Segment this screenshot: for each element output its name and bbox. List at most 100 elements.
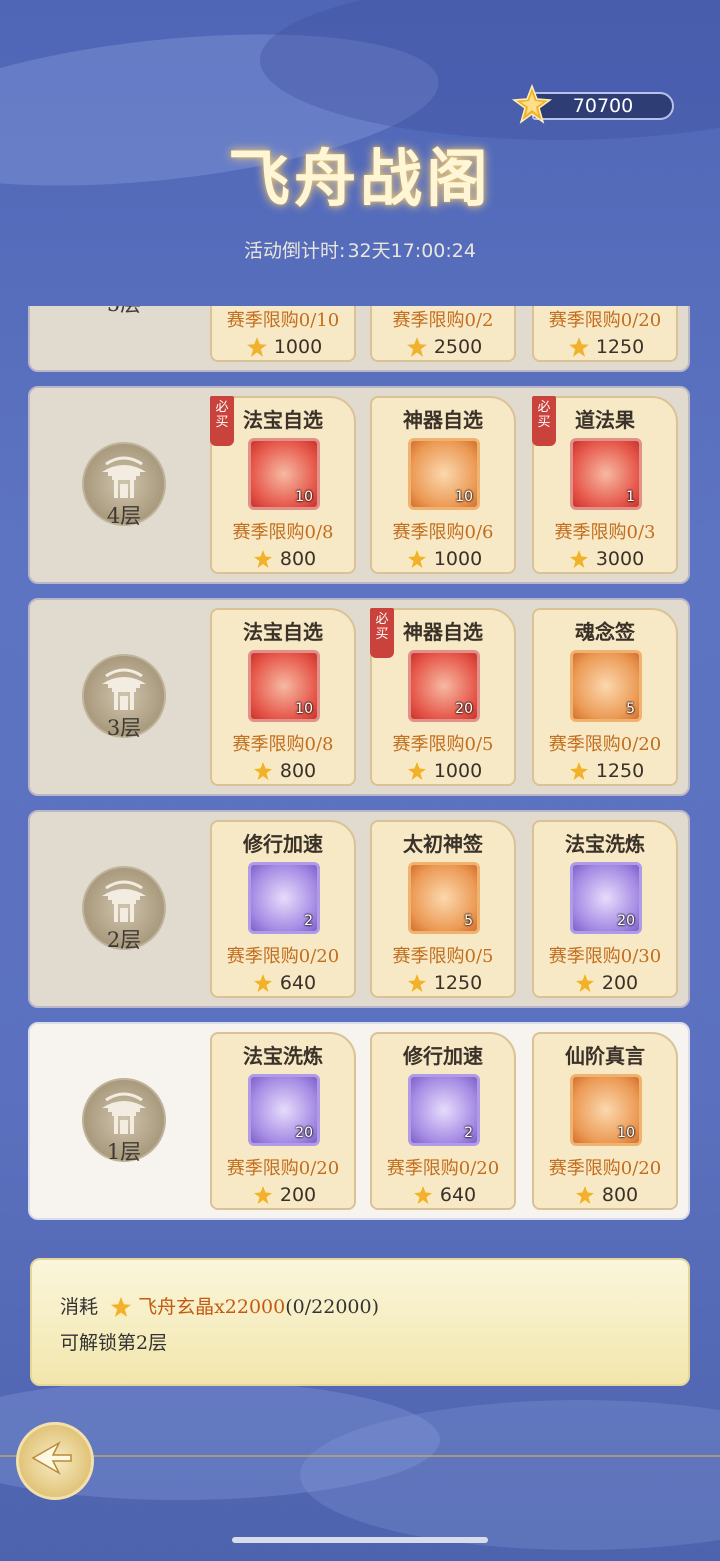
item-icon[interactable]: 10 (248, 650, 320, 722)
item-name: 神器自选 (403, 408, 483, 432)
pavilion-icon (102, 456, 146, 498)
item-quantity: 20 (617, 913, 635, 929)
price-value: 800 (279, 548, 317, 570)
floor-label: 4层 (106, 504, 142, 528)
gold-star-crystal-icon (568, 337, 589, 357)
unlock-cost-line: 消耗 飞舟玄晶x22000(0/22000) (60, 1292, 379, 1319)
shop-item[interactable]: 法宝洗炼 20 赛季限购0/20 200 (210, 1032, 356, 1210)
price-value: 1250 (433, 972, 483, 994)
shop-item[interactable]: 仙阶真言 10 赛季限购0/20 800 (532, 1032, 678, 1210)
item-name: 太初神签 (403, 832, 483, 856)
floor-label: 1层 (106, 1140, 142, 1164)
shop-item[interactable]: 法宝洗炼 20 赛季限购0/30 200 (532, 820, 678, 998)
floor-label: 3层 (106, 716, 142, 740)
purchase-limit: 赛季限购0/8 (232, 734, 334, 755)
floor-label: 5层 (82, 306, 166, 318)
item-name: 仙阶真言 (565, 1044, 645, 1068)
countdown-value: 32天17:00:24 (347, 240, 476, 262)
shop-item[interactable]: 必买 法宝自选 10 赛季限购0/8 800 (210, 396, 356, 574)
floor-list[interactable]: 5层 赛季限购0/10 1000 赛季限购0/2 2500 赛季限购0/20 1… (28, 306, 692, 1226)
shop-item[interactable]: 法宝自选 10 赛季限购0/8 800 (210, 608, 356, 786)
item-icon[interactable]: 1 (570, 438, 642, 510)
pavilion-icon (102, 668, 146, 710)
cost-item-name: 飞舟玄晶x22000 (138, 1296, 286, 1318)
item-icon[interactable]: 10 (570, 1074, 642, 1146)
gold-star-crystal-icon (252, 760, 274, 782)
item-quantity: 5 (464, 913, 473, 929)
item-quantity: 10 (295, 489, 313, 505)
item-name: 法宝自选 (243, 620, 323, 644)
shop-item[interactable]: 魂念签 5 赛季限购0/20 1250 (532, 608, 678, 786)
item-quantity: 1 (626, 489, 635, 505)
purchase-limit: 赛季限购0/3 (554, 522, 656, 543)
price-value: 200 (601, 972, 639, 994)
price-value: 800 (279, 760, 317, 782)
back-button[interactable] (16, 1422, 94, 1500)
shop-item[interactable]: 必买 道法果 1 赛季限购0/3 3000 (532, 396, 678, 574)
purchase-limit: 赛季限购0/8 (232, 522, 334, 543)
shop-item[interactable]: 神器自选 10 赛季限购0/6 1000 (370, 396, 516, 574)
currency-value: 70700 (532, 92, 674, 120)
shop-item[interactable]: 修行加速 2 赛季限购0/20 640 (210, 820, 356, 998)
shop-item[interactable]: 赛季限购0/20 1250 (532, 306, 678, 362)
floor-card[interactable]: 3层 法宝自选 10 赛季限购0/8 800 必买 神器自选 20 赛季限购0/5 1000 魂念签… (28, 598, 690, 796)
item-name: 修行加速 (403, 1044, 483, 1068)
floor-card[interactable]: 1层 法宝洗炼 20 赛季限购0/20 200 修行加速 2 赛季限购0/20 640 仙阶真言 1… (28, 1022, 690, 1220)
shop-item[interactable]: 太初神签 5 赛季限购0/5 1250 (370, 820, 516, 998)
price-value: 1250 (595, 760, 645, 782)
item-price: 1250 (534, 336, 676, 358)
shop-item[interactable]: 修行加速 2 赛季限购0/20 640 (370, 1032, 516, 1210)
item-name: 法宝自选 (243, 408, 323, 432)
price-value: 2500 (433, 336, 483, 358)
floor-card-5[interactable]: 5层 赛季限购0/10 1000 赛季限购0/2 2500 赛季限购0/20 1… (28, 306, 690, 372)
floor-card[interactable]: 2层 修行加速 2 赛季限购0/20 640 太初神签 5 赛季限购0/5 1250 法宝洗炼 20… (28, 810, 690, 1008)
floor-card[interactable]: 4层 必买 法宝自选 10 赛季限购0/8 800 神器自选 10 赛季限购0/6 1000 必买道… (28, 386, 690, 584)
item-quantity: 2 (304, 913, 313, 929)
purchase-limit: 赛季限购0/5 (392, 946, 494, 967)
item-icon[interactable]: 20 (248, 1074, 320, 1146)
gold-star-crystal-icon (246, 337, 267, 357)
shop-item[interactable]: 必买 神器自选 20 赛季限购0/5 1000 (370, 608, 516, 786)
purchase-limit: 赛季限购0/20 (548, 734, 662, 755)
shop-item[interactable]: 赛季限购0/2 2500 (370, 306, 516, 362)
item-icon[interactable]: 2 (248, 862, 320, 934)
pavilion-icon (102, 880, 146, 922)
gold-star-crystal-icon (512, 84, 552, 124)
item-price: 800 (212, 760, 354, 782)
item-quantity: 10 (295, 701, 313, 717)
item-price: 1000 (372, 548, 514, 570)
item-icon[interactable]: 20 (408, 650, 480, 722)
gold-star-crystal-icon (406, 972, 428, 994)
item-icon[interactable]: 10 (408, 438, 480, 510)
purchase-limit: 赛季限购0/30 (548, 946, 662, 967)
gold-star-crystal-icon (574, 972, 596, 994)
item-quantity: 10 (617, 1125, 635, 1141)
gold-star-crystal-icon (109, 1295, 133, 1319)
price-value: 1000 (433, 548, 483, 570)
gold-star-crystal-icon (568, 548, 590, 570)
item-price: 200 (534, 972, 676, 994)
item-quantity: 20 (295, 1125, 313, 1141)
item-price: 1250 (372, 972, 514, 994)
gold-star-crystal-icon (574, 1184, 596, 1206)
gold-star-crystal-icon (252, 548, 274, 570)
purchase-limit: 赛季限购0/2 (392, 310, 494, 331)
item-icon[interactable]: 10 (248, 438, 320, 510)
shop-item[interactable]: 赛季限购0/10 1000 (210, 306, 356, 362)
purchase-limit: 赛季限购0/6 (392, 522, 494, 543)
price-value: 200 (279, 1184, 317, 1206)
gold-star-crystal-icon (568, 760, 590, 782)
countdown-label: 活动倒计时: (244, 240, 346, 262)
item-icon[interactable]: 20 (570, 862, 642, 934)
item-icon[interactable]: 5 (408, 862, 480, 934)
item-icon[interactable]: 5 (570, 650, 642, 722)
currency-display: 70700 (512, 84, 680, 124)
item-price: 3000 (534, 548, 676, 570)
cost-progress: (0/22000) (285, 1296, 379, 1318)
pavilion-icon (102, 1092, 146, 1134)
item-icon[interactable]: 2 (408, 1074, 480, 1146)
item-price: 1000 (212, 336, 354, 358)
divider (0, 1455, 720, 1457)
item-price: 200 (212, 1184, 354, 1206)
item-quantity: 5 (626, 701, 635, 717)
